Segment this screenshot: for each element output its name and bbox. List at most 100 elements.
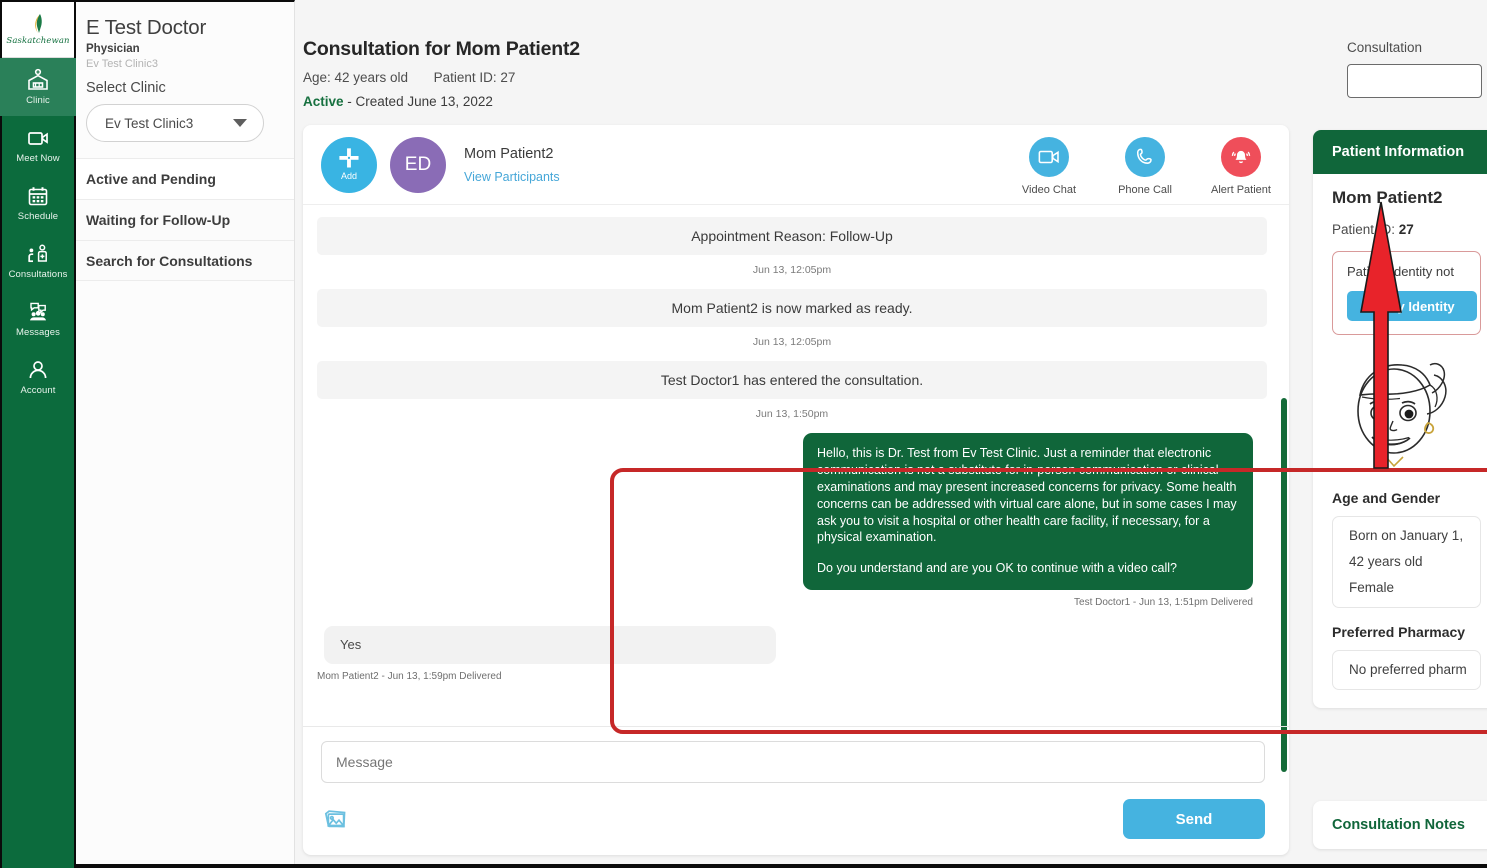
sidebar-item-schedule[interactable]: Schedule (0, 174, 76, 232)
age-and-gender-title: Age and Gender (1332, 490, 1481, 506)
doctor-role: Physician (76, 40, 294, 55)
patient-age: 42 years old (1349, 554, 1470, 569)
doctor-name: E Test Doctor (76, 2, 294, 40)
incoming-message-group: Yes Mom Patient2 - Jun 13, 1:59pm Delive… (309, 626, 1275, 682)
primary-nav-rail: Saskatchewan Clinic Meet Now (0, 0, 76, 868)
view-participants-link[interactable]: View Participants (464, 170, 560, 184)
chat-message-list: Appointment Reason: Follow-Up Jun 13, 12… (303, 205, 1289, 685)
system-message-time: Jun 13, 1:50pm (309, 408, 1275, 420)
outgoing-message-bubble: Hello, this is Dr. Test from Ev Test Cli… (803, 433, 1253, 590)
add-label: Add (341, 171, 357, 181)
panel-link-waiting-for-follow-up[interactable]: Waiting for Follow-Up (76, 199, 294, 240)
sidebar-item-label: Consultations (9, 269, 68, 280)
system-message: Appointment Reason: Follow-Up (317, 217, 1267, 255)
clinic-icon (25, 68, 51, 92)
sidebar-item-label: Clinic (26, 95, 50, 106)
patient-information-sidebar: Patient Information Mom Patient2 Patient… (1313, 0, 1487, 868)
select-clinic-label: Select Clinic (76, 70, 294, 96)
message-input[interactable] (321, 741, 1265, 783)
chat-action-buttons: Video Chat Phone Call (1017, 137, 1273, 196)
video-camera-icon (25, 126, 51, 150)
participant-name: Mom Patient2 (464, 146, 560, 162)
outgoing-message-meta: Test Doctor1 - Jun 13, 1:51pm Delivered (309, 597, 1253, 608)
consultation-notes-card[interactable]: Consultation Notes (1313, 801, 1487, 849)
saskatchewan-logo: Saskatchewan (2, 2, 74, 58)
clinic-select-dropdown[interactable]: Ev Test Clinic3 (86, 104, 264, 142)
bell-alert-icon (1230, 147, 1252, 167)
page-title: Consultation for Mom Patient2 (303, 38, 1487, 61)
plus-icon: ✛ (339, 150, 360, 168)
send-button[interactable]: Send (1123, 799, 1265, 839)
secondary-nav-panel: E Test Doctor Physician Ev Test Clinic3 … (76, 0, 295, 868)
patient-birthdate: Born on January 1, (1349, 528, 1470, 543)
message-compose-area: Send (303, 726, 1289, 855)
patient-gender: Female (1349, 580, 1470, 595)
page-header: Consultation for Mom Patient2 Age: 42 ye… (295, 0, 1487, 109)
calendar-icon (25, 184, 51, 208)
system-message: Mom Patient2 is now marked as ready. (317, 289, 1267, 327)
doctor-clinic: Ev Test Clinic3 (76, 55, 294, 70)
sidebar-item-consultations[interactable]: Consultations (0, 232, 76, 290)
person-icon (25, 358, 51, 382)
logo-wordmark: Saskatchewan (6, 36, 69, 46)
system-message-time: Jun 13, 12:05pm (309, 336, 1275, 348)
phone-call-label: Phone Call (1118, 184, 1172, 196)
panel-links-list: Active and Pending Waiting for Follow-Up… (76, 158, 294, 281)
status-badge: Active (303, 94, 344, 109)
video-chat-button[interactable]: Video Chat (1017, 137, 1081, 196)
phone-call-button[interactable]: Phone Call (1113, 137, 1177, 196)
panel-link-search-for-consultations[interactable]: Search for Consultations (76, 240, 294, 281)
patient-information-card: Patient Information Mom Patient2 Patient… (1313, 130, 1487, 708)
preferred-pharmacy-box: No preferred pharm (1332, 650, 1481, 690)
sidebar-item-label: Messages (16, 327, 60, 338)
system-message: Test Doctor1 has entered the consultatio… (317, 361, 1267, 399)
patient-id: Patient ID: 27 (434, 70, 516, 85)
sidebar-item-meet-now[interactable]: Meet Now (0, 116, 76, 174)
patient-id-row: Patient ID: 27 (1332, 222, 1481, 237)
outgoing-message-group: Hello, this is Dr. Test from Ev Test Cli… (309, 433, 1275, 608)
consultations-icon (25, 242, 51, 266)
identity-verification-box: Patient identity not Verify Identity (1332, 251, 1481, 335)
wheat-logo-icon (30, 13, 46, 35)
participant-block: Mom Patient2 View Participants (464, 146, 560, 184)
chat-scrollbar[interactable] (1281, 398, 1287, 772)
video-camera-icon (1038, 149, 1060, 165)
sidebar-item-clinic[interactable]: Clinic (0, 58, 76, 116)
consultation-chat-card: ✛ Add ED Mom Patient2 View Participants (303, 125, 1289, 855)
patient-id-label: Patient ID: (1332, 222, 1395, 237)
incoming-message-meta: Mom Patient2 - Jun 13, 1:59pm Delivered (317, 671, 1275, 682)
consultation-status-row: Active - Created June 13, 2022 (303, 94, 1487, 109)
video-chat-label: Video Chat (1022, 184, 1076, 196)
sidebar-item-messages[interactable]: Messages (0, 290, 76, 348)
messages-icon (25, 300, 51, 324)
patient-avatar-illustration (1336, 349, 1464, 469)
preferred-pharmacy-title: Preferred Pharmacy (1332, 624, 1481, 640)
created-date: - Created June 13, 2022 (347, 94, 493, 109)
patient-age: Age: 42 years old (303, 70, 408, 85)
age-and-gender-box: Born on January 1, 42 years old Female (1332, 516, 1481, 608)
chevron-down-icon (233, 119, 247, 127)
patient-information-title: Patient Information (1313, 130, 1487, 174)
panel-link-active-and-pending[interactable]: Active and Pending (76, 158, 294, 199)
add-participant-button[interactable]: ✛ Add (321, 137, 377, 193)
main-content: Consultation for Mom Patient2 Age: 42 ye… (295, 0, 1487, 868)
application-window: Saskatchewan Clinic Meet Now (0, 0, 1487, 868)
system-message-time: Jun 13, 12:05pm (309, 264, 1275, 276)
image-attach-icon[interactable] (321, 805, 351, 833)
outgoing-message-paragraph-2: Do you understand and are you OK to cont… (817, 560, 1239, 577)
patient-name: Mom Patient2 (1332, 188, 1481, 208)
sidebar-item-account[interactable]: Account (0, 348, 76, 406)
alert-patient-label: Alert Patient (1211, 184, 1271, 196)
patient-meta-row: Age: 42 years old Patient ID: 27 (303, 70, 1487, 85)
incoming-message-bubble: Yes (324, 626, 776, 664)
patient-id-value: 27 (1399, 222, 1414, 237)
sidebar-item-label: Schedule (18, 211, 58, 222)
chat-header: ✛ Add ED Mom Patient2 View Participants (303, 125, 1289, 205)
verify-identity-button[interactable]: Verify Identity (1347, 291, 1477, 321)
sidebar-item-label: Meet Now (16, 153, 60, 164)
alert-patient-button[interactable]: Alert Patient (1209, 137, 1273, 196)
outgoing-message-paragraph-1: Hello, this is Dr. Test from Ev Test Cli… (817, 445, 1239, 546)
sidebar-item-label: Account (20, 385, 55, 396)
clinic-select-value: Ev Test Clinic3 (105, 116, 193, 131)
identity-warning-text: Patient identity not (1347, 264, 1470, 279)
